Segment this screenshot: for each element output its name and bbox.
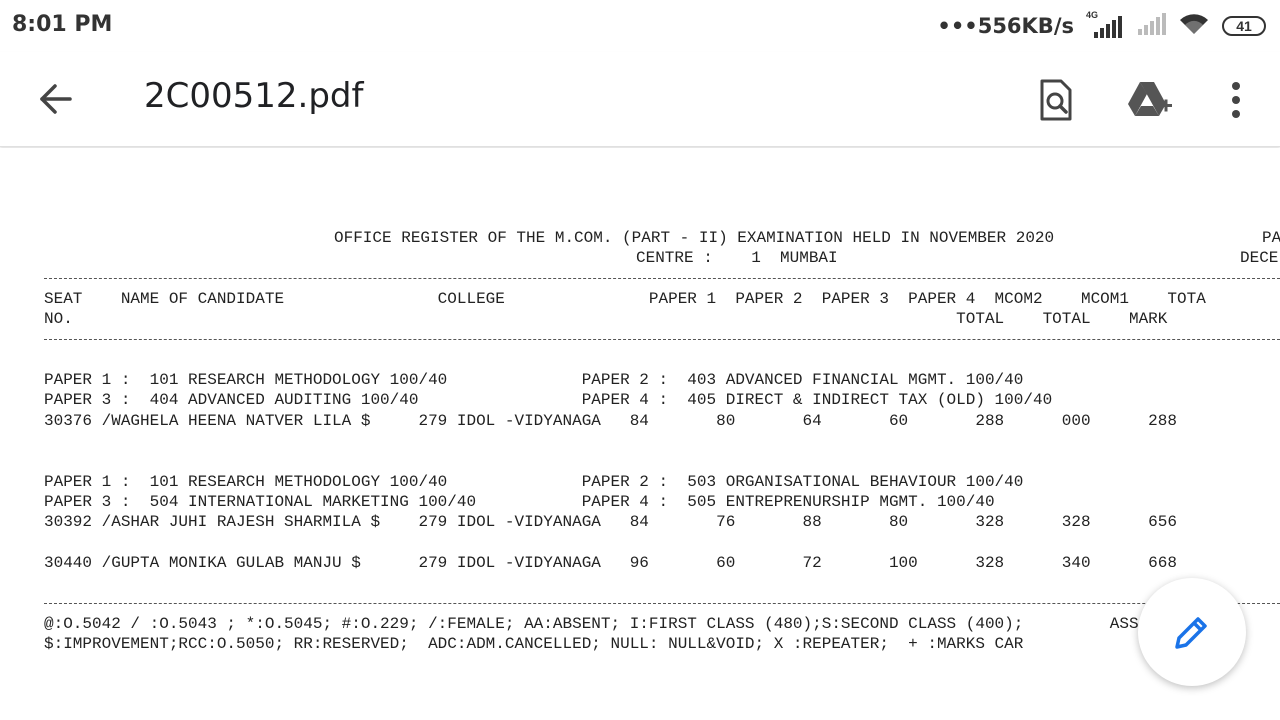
- network-speed-value: 556KB/s: [977, 14, 1074, 38]
- divider-header: [44, 339, 1280, 340]
- find-in-page-icon: [1040, 79, 1072, 121]
- more-options-button[interactable]: [1212, 76, 1260, 124]
- column-header-row2: NO. TOTAL TOTAL MARK: [44, 310, 1168, 328]
- divider-top: [44, 278, 1280, 279]
- wifi-icon: [1178, 12, 1210, 41]
- block2-line1: PAPER 1 : 101 RESEARCH METHODOLOGY 100/4…: [44, 473, 1024, 491]
- add-to-drive-icon: [1128, 82, 1172, 116]
- arrow-back-icon: [40, 84, 72, 114]
- document-title: 2C00512.pdf: [144, 76, 364, 116]
- status-bar: 8:01 PM •••556KB/s 4G 41: [0, 0, 1280, 52]
- candidate-row: 30440 /GUPTA MONIKA GULAB MANJU $ 279 ID…: [44, 554, 1177, 572]
- find-in-document-button[interactable]: [1032, 76, 1080, 124]
- add-to-drive-button[interactable]: [1126, 76, 1174, 124]
- register-title-right: PA: [1262, 229, 1280, 247]
- legend-line2: $:IMPROVEMENT;RCC:O.5050; RR:RESERVED; A…: [44, 635, 1024, 653]
- app-bar: 2C00512.pdf: [0, 52, 1280, 147]
- more-vert-icon: [1232, 82, 1240, 118]
- status-time: 8:01 PM: [12, 12, 113, 37]
- edit-fab-button[interactable]: [1138, 578, 1246, 686]
- centre-right: DECE: [1240, 249, 1279, 267]
- centre-line: CENTRE : 1 MUMBAI: [636, 249, 838, 267]
- column-header-row1: SEAT NAME OF CANDIDATE COLLEGE PAPER 1 P…: [44, 290, 1206, 308]
- network-speed: •••556KB/s: [937, 14, 1074, 38]
- pdf-page[interactable]: OFFICE REGISTER OF THE M.COM. (PART - II…: [0, 148, 1280, 720]
- battery-level: 41: [1236, 18, 1252, 34]
- candidate-row: 30392 /ASHAR JUHI RAJESH SHARMILA $ 279 …: [44, 513, 1177, 531]
- edit-pencil-icon: [1175, 617, 1207, 649]
- legend-line1: @:O.5042 / :O.5043 ; *:O.5045; #:O.229; …: [44, 615, 1139, 633]
- more-dots: •••: [937, 14, 978, 38]
- divider-footer: [44, 603, 1280, 604]
- block1-line1: PAPER 1 : 101 RESEARCH METHODOLOGY 100/4…: [44, 371, 1024, 389]
- network-type-label: 4G: [1086, 10, 1099, 20]
- register-title: OFFICE REGISTER OF THE M.COM. (PART - II…: [334, 229, 1055, 247]
- back-button[interactable]: [30, 80, 80, 118]
- signal-sim2-icon: [1136, 12, 1166, 40]
- block2-line2: PAPER 3 : 504 INTERNATIONAL MARKETING 10…: [44, 493, 995, 511]
- status-indicators: •••556KB/s 4G 41: [937, 10, 1266, 41]
- candidate-row: 30376 /WAGHELA HEENA NATVER LILA $ 279 I…: [44, 412, 1177, 430]
- block1-line2: PAPER 3 : 404 ADVANCED AUDITING 100/40 P…: [44, 391, 1053, 409]
- battery-icon: 41: [1222, 16, 1266, 36]
- signal-4g-icon: 4G: [1086, 10, 1124, 38]
